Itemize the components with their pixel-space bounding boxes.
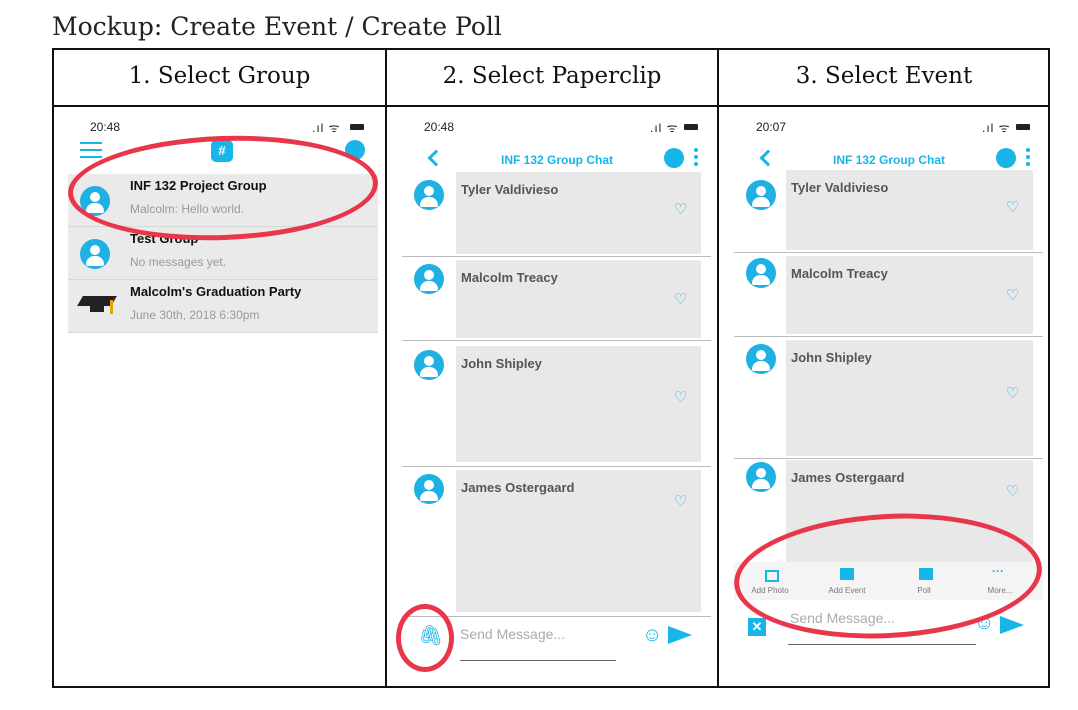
document-title: Mockup: Create Event / Create Poll <box>52 12 502 41</box>
back-chevron-icon[interactable] <box>759 149 777 167</box>
chat-title: INF 132 Group Chat <box>832 153 945 167</box>
message-card[interactable]: Tyler Valdivieso ♡ <box>786 170 1033 250</box>
highlight-ellipse <box>396 604 454 672</box>
send-icon[interactable] <box>668 626 692 644</box>
more-options-icon[interactable] <box>1026 148 1030 169</box>
message-card[interactable]: Malcolm Treacy ♡ <box>456 260 701 338</box>
row-divider <box>402 340 711 341</box>
member-name: Malcolm Treacy <box>461 270 558 285</box>
back-chevron-icon[interactable] <box>427 149 445 167</box>
more-options-icon[interactable] <box>694 148 698 169</box>
member-name: Tyler Valdivieso <box>461 182 559 197</box>
battery-icon <box>350 124 364 130</box>
heart-icon[interactable]: ♡ <box>674 290 687 308</box>
graduation-cap-tassel <box>110 300 113 314</box>
row-divider <box>402 466 711 467</box>
group-last-message: No messages yet. <box>130 255 227 269</box>
close-icon[interactable]: ✕ <box>748 618 766 636</box>
member-name: Tyler Valdivieso <box>791 180 889 195</box>
heart-icon[interactable]: ♡ <box>674 200 687 218</box>
message-card[interactable]: John Shipley ♡ <box>786 340 1033 456</box>
user-avatar-icon <box>414 474 444 504</box>
heart-icon[interactable]: ♡ <box>1006 482 1019 500</box>
signal-icon: .ıl ᯤ <box>312 121 341 135</box>
heart-icon[interactable]: ♡ <box>1006 286 1019 304</box>
column-divider <box>385 50 387 686</box>
user-avatar-icon <box>414 350 444 380</box>
member-name: John Shipley <box>791 350 872 365</box>
signal-icon: .ıl ᯤ <box>982 121 1011 135</box>
menu-icon[interactable] <box>80 142 102 158</box>
member-name: James Ostergaard <box>791 470 905 485</box>
user-avatar-icon <box>746 462 776 492</box>
column-divider <box>717 50 719 686</box>
header-divider <box>54 105 1048 107</box>
row-divider <box>734 336 1043 337</box>
screen-group-chat: 20:48 .ıl ᯤ INF 132 Group Chat Tyler Val… <box>402 118 711 670</box>
group-avatar-icon <box>80 239 110 269</box>
step-2-title: 2. Select Paperclip <box>442 63 662 89</box>
group-row[interactable]: Malcolm's Graduation Party June 30th, 20… <box>68 280 378 333</box>
user-avatar-icon <box>414 180 444 210</box>
battery-icon <box>684 124 698 130</box>
group-last-message: June 30th, 2018 6:30pm <box>130 308 260 322</box>
row-divider <box>734 252 1043 253</box>
heart-icon[interactable]: ♡ <box>1006 198 1019 216</box>
member-name: John Shipley <box>461 356 542 371</box>
input-underline <box>460 660 616 661</box>
message-card[interactable]: James Ostergaard ♡ <box>456 470 701 612</box>
member-name: James Ostergaard <box>461 480 575 495</box>
message-card[interactable]: Malcolm Treacy ♡ <box>786 256 1033 334</box>
heart-icon[interactable]: ♡ <box>674 388 687 406</box>
row-divider <box>734 458 1043 459</box>
step-1-title: 1. Select Group <box>128 63 311 89</box>
status-time: 20:07 <box>756 120 787 134</box>
group-name: Malcolm's Graduation Party <box>130 284 302 299</box>
user-avatar-icon <box>414 264 444 294</box>
member-name: Malcolm Treacy <box>791 266 888 281</box>
group-members-icon[interactable] <box>996 148 1016 168</box>
user-avatar-icon <box>746 180 776 210</box>
chat-title: INF 132 Group Chat <box>500 153 613 167</box>
user-avatar-icon <box>746 258 776 288</box>
input-underline <box>788 644 976 645</box>
group-members-icon[interactable] <box>664 148 684 168</box>
signal-icon: .ıl ᯤ <box>650 121 679 135</box>
heart-icon[interactable]: ♡ <box>674 492 687 510</box>
message-card[interactable]: Tyler Valdivieso ♡ <box>456 172 701 254</box>
send-icon[interactable] <box>1000 616 1024 634</box>
status-time: 20:48 <box>424 120 455 134</box>
emoji-icon[interactable]: ☺ <box>642 624 662 647</box>
status-time: 20:48 <box>90 120 121 134</box>
battery-icon <box>1016 124 1030 130</box>
user-avatar-icon <box>746 344 776 374</box>
row-divider <box>402 256 711 257</box>
graduation-cap-base <box>90 304 104 312</box>
heart-icon[interactable]: ♡ <box>1006 384 1019 402</box>
message-input[interactable]: Send Message... <box>460 626 565 642</box>
message-card[interactable]: John Shipley ♡ <box>456 346 701 462</box>
step-3-title: 3. Select Event <box>795 63 973 89</box>
